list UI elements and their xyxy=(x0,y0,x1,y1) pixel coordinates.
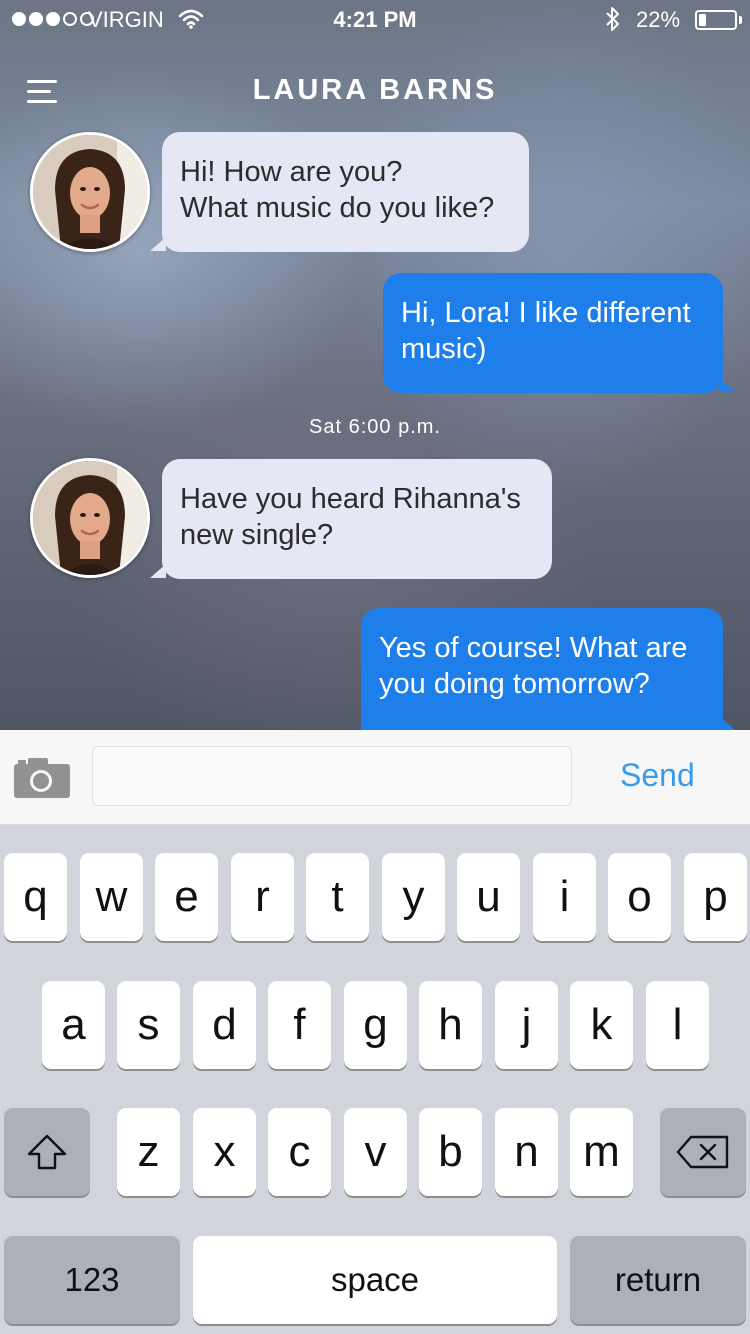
status-bar: VIRGIN 4:21 PM 22% xyxy=(0,0,750,40)
key-r[interactable]: r xyxy=(231,853,294,941)
outgoing-message-bubble[interactable]: Hi, Lora! I like different music) xyxy=(383,273,723,393)
key-l[interactable]: l xyxy=(646,981,709,1069)
key-f[interactable]: f xyxy=(268,981,331,1069)
key-m[interactable]: m xyxy=(570,1108,633,1196)
battery-tip xyxy=(739,16,742,24)
numbers-key[interactable]: 123 xyxy=(4,1236,180,1324)
battery-icon xyxy=(695,10,737,30)
key-n[interactable]: n xyxy=(495,1108,558,1196)
message-line: Yes of course! What are xyxy=(379,632,688,664)
key-k[interactable]: k xyxy=(570,981,633,1069)
outgoing-message-bubble[interactable]: Yes of course! What are you doing tomorr… xyxy=(361,608,723,730)
return-key[interactable]: return xyxy=(570,1236,746,1324)
message-line: Hi, Lora! I like different xyxy=(401,297,691,329)
incoming-message-bubble[interactable]: Hi! How are you? What music do you like? xyxy=(162,132,529,252)
key-u[interactable]: u xyxy=(457,853,520,941)
key-q[interactable]: q xyxy=(4,853,67,941)
key-p[interactable]: p xyxy=(684,853,747,941)
bluetooth-icon xyxy=(606,7,619,31)
contact-avatar[interactable] xyxy=(30,458,150,578)
keyboard: q w e r t y u i o p a s d f g h j k l z … xyxy=(0,825,750,1334)
bubble-tail xyxy=(719,378,735,392)
message-line: music) xyxy=(401,333,487,365)
bubble-tail xyxy=(719,716,735,730)
key-g[interactable]: g xyxy=(344,981,407,1069)
key-j[interactable]: j xyxy=(495,981,558,1069)
key-b[interactable]: b xyxy=(419,1108,482,1196)
message-line: Hi! How are you? xyxy=(180,156,403,188)
message-input[interactable] xyxy=(92,746,572,806)
key-t[interactable]: t xyxy=(306,853,369,941)
message-line: new single? xyxy=(180,519,334,551)
key-d[interactable]: d xyxy=(193,981,256,1069)
message-line: Have you heard Rihanna's xyxy=(180,483,521,515)
message-input-bar: Send xyxy=(0,730,750,825)
message-line: you doing tomorrow? xyxy=(379,668,650,700)
contact-avatar[interactable] xyxy=(30,132,150,252)
battery-percent: 22% xyxy=(636,7,681,32)
send-button[interactable]: Send xyxy=(620,757,695,794)
key-c[interactable]: c xyxy=(268,1108,331,1196)
incoming-message-bubble[interactable]: Have you heard Rihanna's new single? xyxy=(162,459,552,579)
message-timestamp: Sat 6:00 p.m. xyxy=(309,416,441,438)
backspace-icon xyxy=(676,1135,729,1169)
key-o[interactable]: o xyxy=(608,853,671,941)
key-e[interactable]: e xyxy=(155,853,218,941)
message-line: What music do you like? xyxy=(180,192,495,224)
key-i[interactable]: i xyxy=(533,853,596,941)
conversation-title: LAURA BARNS xyxy=(252,74,498,106)
key-z[interactable]: z xyxy=(117,1108,180,1196)
key-v[interactable]: v xyxy=(344,1108,407,1196)
key-a[interactable]: a xyxy=(42,981,105,1069)
key-h[interactable]: h xyxy=(419,981,482,1069)
key-s[interactable]: s xyxy=(117,981,180,1069)
key-w[interactable]: w xyxy=(80,853,143,941)
camera-icon[interactable] xyxy=(14,756,70,798)
delete-key[interactable] xyxy=(660,1108,746,1196)
key-y[interactable]: y xyxy=(382,853,445,941)
key-x[interactable]: x xyxy=(193,1108,256,1196)
space-key[interactable]: space xyxy=(193,1236,557,1324)
shift-arrow-icon xyxy=(27,1134,67,1170)
battery-level-fill xyxy=(699,14,706,26)
shift-key[interactable] xyxy=(4,1108,90,1196)
